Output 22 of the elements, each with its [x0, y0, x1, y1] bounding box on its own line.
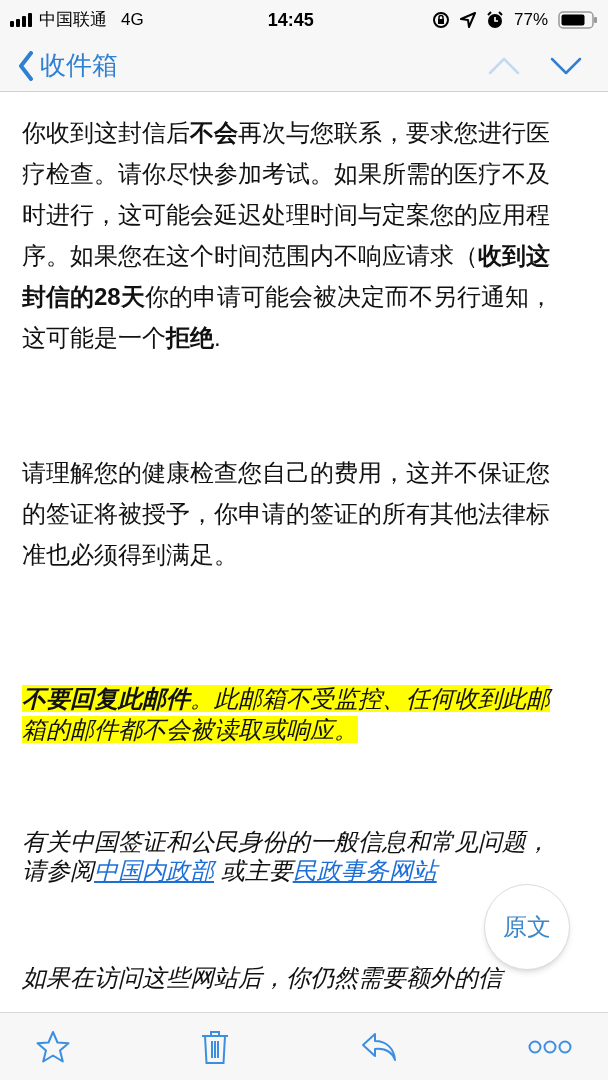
message-paragraph: 有关中国签证和公民身份的一般信息和常见问题，请参阅中国内政部 或主要民政事务网站	[22, 827, 551, 885]
message-paragraph: 你收到这封信后不会再次与您联系，要求您进行医疗检查。请你尽快参加考试。如果所需的医疗不及时进行，这可能会延迟处理时间与定案您的应用程序。如果您在这个时间范围内不响应请求（收到这封信的28天你的申请可能会被决定而不另行通知，这可能是一个拒绝.	[22, 118, 554, 353]
signal-icon	[10, 13, 34, 27]
rotation-lock-icon	[431, 11, 450, 29]
flag-button[interactable]	[36, 1029, 70, 1064]
delete-button[interactable]	[201, 1029, 230, 1064]
back-chevron-icon	[18, 50, 34, 81]
reply-button[interactable]	[360, 1031, 397, 1062]
clock-time: 14:45	[267, 8, 314, 32]
location-arrow-icon	[459, 12, 476, 28]
battery-icon	[558, 11, 598, 29]
more-icon	[528, 1039, 572, 1054]
reply-arrow-icon	[360, 1031, 397, 1062]
trash-icon	[201, 1029, 230, 1064]
more-button[interactable]	[528, 1039, 572, 1054]
carrier-name: 中国联通	[39, 9, 107, 32]
alarm-clock-icon	[485, 11, 504, 29]
battery-percentage: 77%	[513, 9, 548, 32]
star-icon	[36, 1029, 70, 1064]
back-button[interactable]: 收件箱	[18, 46, 118, 85]
message-paragraph: 请理解您的健康检查您自己的费用，这并不保证您的签证将被授予，你申请的签证的所有其他法律标准也必须得到满足。	[22, 458, 551, 570]
network-type: 4G	[121, 9, 144, 32]
